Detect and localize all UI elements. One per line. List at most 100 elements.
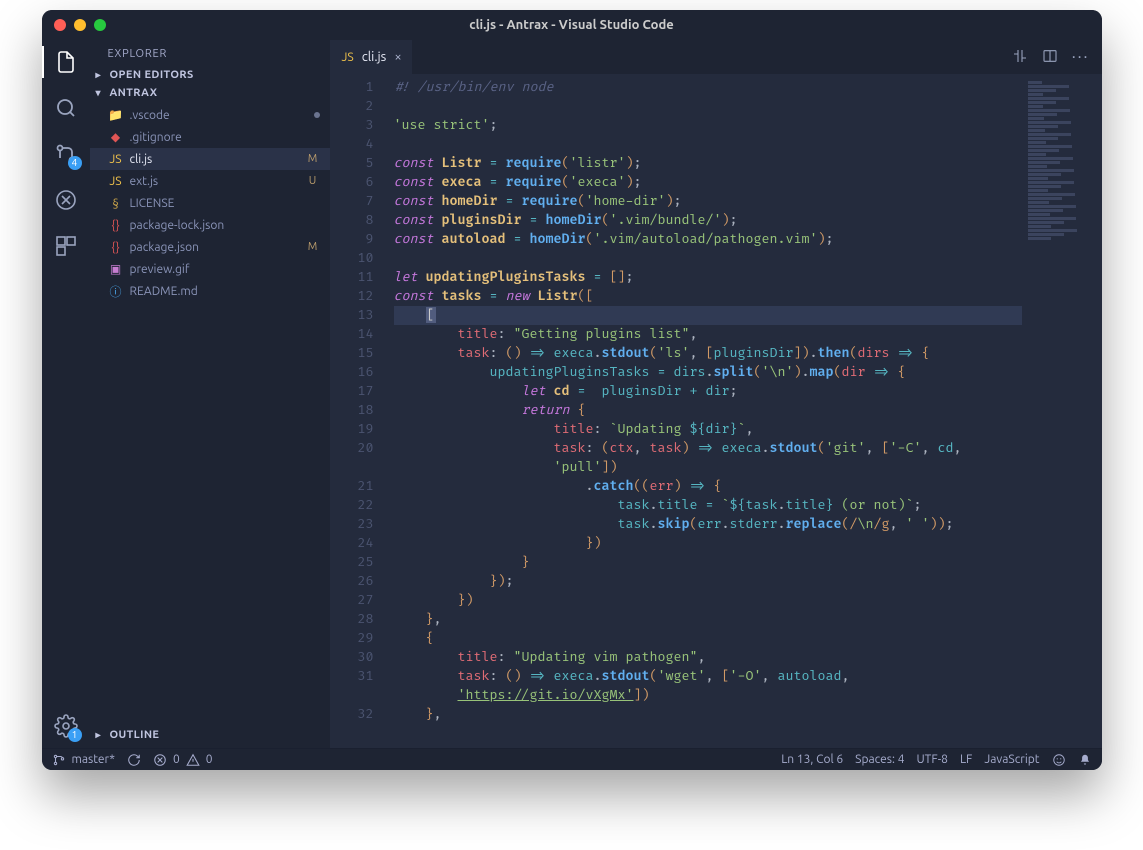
code-line: #! /usr/bin/env node — [394, 78, 1022, 97]
file-name: package-lock.json — [130, 219, 320, 232]
status-sync[interactable] — [127, 753, 141, 767]
line-number-gutter: 1234567891011121314151617181920 21222324… — [330, 74, 386, 748]
debug-activity-icon[interactable] — [52, 186, 80, 214]
chevron-down-icon: ▾ — [96, 87, 110, 99]
file-name: .gitignore — [130, 131, 320, 144]
file-tree-item[interactable]: § LICENSE — [90, 192, 330, 214]
code-line: task: () => execa.stdout('wget', ['-O', … — [394, 667, 1022, 686]
code-line: .catch((err) => { — [394, 477, 1022, 496]
settings-badge: 1 — [68, 728, 82, 742]
code-line: 'pull']) — [394, 458, 1022, 477]
code-line: }) — [394, 591, 1022, 610]
scm-tag: U — [306, 175, 320, 187]
code-line: } — [394, 553, 1022, 572]
code-line: }, — [394, 610, 1022, 629]
code-line: task.skip(err.stderr.replace(/\n/g, ' ')… — [394, 515, 1022, 534]
json-file-icon: {} — [108, 241, 124, 254]
file-tree-item[interactable]: ⓘREADME.md — [90, 280, 330, 302]
file-tree-item[interactable]: ◆ .gitignore — [90, 126, 330, 148]
status-feedback-icon[interactable] — [1052, 753, 1066, 767]
status-bar: master* 0 0 Ln 13, Col 6 Spaces: 4 UTF-8… — [42, 748, 1102, 770]
status-eol[interactable]: LF — [960, 753, 972, 766]
more-actions-icon[interactable]: ··· — [1072, 48, 1090, 66]
editor-actions: ··· — [1012, 40, 1102, 74]
file-name: ext.js — [130, 175, 300, 188]
code-line — [394, 135, 1022, 154]
status-language[interactable]: JavaScript — [984, 753, 1039, 766]
file-name: cli.js — [130, 153, 300, 166]
js-file-icon: JS — [108, 153, 124, 166]
file-name: LICENSE — [130, 197, 320, 210]
sidebar-heading: EXPLORER — [90, 40, 330, 66]
code-line: }) — [394, 534, 1022, 553]
vscode-window: cli.js - Antrax - Visual Studio Code 4 — [42, 10, 1102, 770]
scm-badge: 4 — [68, 156, 82, 170]
window-title: cli.js - Antrax - Visual Studio Code — [42, 18, 1102, 32]
file-tree-item[interactable]: {}package-lock.json — [90, 214, 330, 236]
js-file-icon: JS — [108, 175, 124, 188]
code-line: const execa = require('execa'); — [394, 173, 1022, 192]
chevron-right-icon: ▸ — [96, 729, 110, 741]
modified-dot-icon — [314, 112, 320, 118]
file-tree-item[interactable]: {}package.jsonM — [90, 236, 330, 258]
git-file-icon: ◆ — [108, 130, 124, 144]
code-line: 'use strict'; — [394, 116, 1022, 135]
scm-activity-icon[interactable]: 4 — [52, 140, 80, 168]
status-indent[interactable]: Spaces: 4 — [855, 753, 904, 766]
code-line: 'https://git.io/vXgMx']) — [394, 686, 1022, 705]
code-line: task.title = `${task.title} (or not)`; — [394, 496, 1022, 515]
code-line: let updatingPluginsTasks = []; — [394, 268, 1022, 287]
info-file-icon: ⓘ — [108, 283, 124, 300]
code-line: title: `Updating ${dir}`, — [394, 420, 1022, 439]
lic-file-icon: § — [108, 197, 124, 210]
status-branch[interactable]: master* — [52, 753, 115, 767]
tab-cli-js[interactable]: JS cli.js × — [330, 40, 412, 74]
minimap[interactable] — [1022, 74, 1102, 748]
split-editor-icon[interactable] — [1042, 48, 1058, 67]
code-line: [ — [394, 306, 1022, 325]
open-editors-section[interactable]: ▸ OPEN EDITORS — [90, 66, 330, 84]
project-section[interactable]: ▾ ANTRAX — [90, 84, 330, 102]
status-bell-icon[interactable] — [1078, 753, 1092, 767]
file-name: package.json — [130, 241, 300, 254]
explorer-sidebar: EXPLORER ▸ OPEN EDITORS ▾ ANTRAX 📁.vscod… — [90, 40, 330, 748]
code-line: const autoload = homeDir('.vim/autoload/… — [394, 230, 1022, 249]
status-encoding[interactable]: UTF-8 — [916, 753, 947, 766]
status-cursor[interactable]: Ln 13, Col 6 — [781, 753, 843, 766]
status-problems[interactable]: 0 0 — [153, 753, 213, 767]
code-line: updatingPluginsTasks = dirs.split('\n').… — [394, 363, 1022, 382]
code-line: task: () => execa.stdout('ls', [pluginsD… — [394, 344, 1022, 363]
code-line: let cd = pluginsDir + dir; — [394, 382, 1022, 401]
file-tree: 📁.vscode ◆ .gitignore JS cli.js M JS ext.js U § LI… — [90, 102, 330, 308]
settings-gear-icon[interactable]: 1 — [52, 712, 80, 740]
file-tree-item[interactable]: JS cli.js M — [90, 148, 330, 170]
code-line: const Listr = require('listr'); — [394, 154, 1022, 173]
extensions-activity-icon[interactable] — [52, 232, 80, 260]
code-line — [394, 97, 1022, 116]
scm-tag: M — [306, 153, 320, 165]
code-line: title: "Updating vim pathogen", — [394, 648, 1022, 667]
code-line: return { — [394, 401, 1022, 420]
code-line: }, — [394, 705, 1022, 724]
file-tree-item[interactable]: 📁.vscode — [90, 104, 330, 126]
code-line: const pluginsDir = homeDir('.vim/bundle/… — [394, 211, 1022, 230]
code-line: { — [394, 629, 1022, 648]
search-activity-icon[interactable] — [52, 94, 80, 122]
img-file-icon: ▣ — [108, 262, 124, 276]
file-name: preview.gif — [130, 263, 320, 276]
file-tree-item[interactable]: ▣ preview.gif — [90, 258, 330, 280]
file-tree-item[interactable]: JS ext.js U — [90, 170, 330, 192]
tab-label: cli.js — [362, 50, 387, 64]
code-line: title: "Getting plugins list", — [394, 325, 1022, 344]
code-line — [394, 249, 1022, 268]
editor-group: JS cli.js × ··· 123456789101112131415161… — [330, 40, 1102, 748]
explorer-activity-icon[interactable] — [52, 48, 80, 76]
code-line: const homeDir = require('home-dir'); — [394, 192, 1022, 211]
folder-file-icon: 📁 — [108, 108, 124, 122]
code-content[interactable]: #! /usr/bin/env node 'use strict'; const… — [386, 74, 1022, 748]
code-line: const tasks = new Listr([ — [394, 287, 1022, 306]
outline-section[interactable]: ▸ OUTLINE — [90, 726, 330, 744]
close-tab-icon[interactable]: × — [394, 50, 401, 64]
editor-viewport[interactable]: 1234567891011121314151617181920 21222324… — [330, 74, 1102, 748]
compare-changes-icon[interactable] — [1012, 48, 1028, 67]
